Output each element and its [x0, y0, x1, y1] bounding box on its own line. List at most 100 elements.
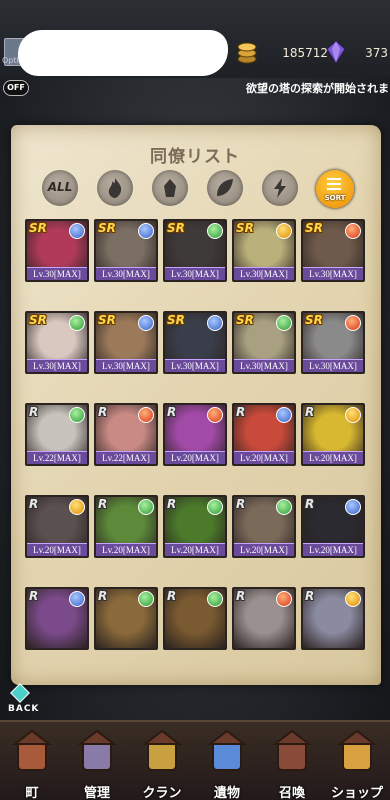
nav-item-5[interactable]: ショップ [325, 722, 389, 800]
colleague-card[interactable]: SR Lv.30[MAX] [25, 311, 89, 374]
rarity-badge: SR [29, 221, 47, 235]
rarity-badge: R [29, 589, 39, 603]
water-element-icon [345, 499, 361, 515]
level-label: Lv.20[MAX] [96, 543, 156, 556]
wind-element-icon [276, 315, 292, 331]
wind-element-icon [207, 591, 223, 607]
level-label: Lv.20[MAX] [234, 451, 294, 464]
wind-leaf-icon [217, 179, 233, 196]
colleague-card[interactable]: SR Lv.30[MAX] [163, 219, 227, 282]
colleague-card[interactable]: SR Lv.30[MAX] [232, 311, 296, 374]
filter-all-label: ALL [47, 180, 73, 194]
back-label: BACK [8, 704, 40, 714]
rarity-badge: R [98, 497, 108, 511]
colleague-card[interactable]: R [25, 587, 89, 650]
nav-item-3[interactable]: 遺物 [195, 722, 259, 800]
gold-amount: 185712 [282, 46, 328, 60]
colleague-card[interactable]: R Lv.20[MAX] [301, 403, 365, 466]
nav-label: 召喚 [278, 786, 305, 800]
nav-label: 管理 [83, 786, 110, 800]
colleague-card[interactable]: R Lv.20[MAX] [94, 495, 158, 558]
thunder-icon [274, 178, 286, 198]
shop-icon [337, 728, 377, 776]
rarity-badge: SR [305, 221, 323, 235]
colleague-card[interactable]: R Lv.20[MAX] [301, 495, 365, 558]
colleague-card[interactable]: SR Lv.30[MAX] [301, 219, 365, 282]
level-label: Lv.30[MAX] [165, 359, 225, 372]
gold-coin-icon [237, 42, 257, 64]
rarity-badge: SR [236, 313, 254, 327]
colleague-card[interactable]: R [301, 587, 365, 650]
panel-title: 同僚リスト [150, 147, 240, 167]
level-label: Lv.20[MAX] [303, 451, 363, 464]
colleague-card[interactable]: R Lv.20[MAX] [232, 495, 296, 558]
colleague-card[interactable]: R Lv.22[MAX] [94, 403, 158, 466]
colleague-card[interactable]: R Lv.20[MAX] [25, 495, 89, 558]
water-element-icon [207, 315, 223, 331]
colleague-card[interactable]: R [232, 587, 296, 650]
level-label: Lv.22[MAX] [27, 451, 87, 464]
auto-toggle[interactable]: OFF [3, 80, 29, 96]
back-button[interactable]: BACK [2, 682, 44, 718]
nav-label: ショップ [330, 786, 383, 800]
level-label: Lv.30[MAX] [27, 359, 87, 372]
fire-element-icon [345, 223, 361, 239]
nav-item-1[interactable]: 管理 [65, 722, 129, 800]
rarity-badge: R [236, 589, 246, 603]
nav-item-0[interactable]: 町 [0, 722, 64, 800]
rarity-badge: R [98, 589, 108, 603]
colleague-card[interactable]: R Lv.20[MAX] [163, 403, 227, 466]
level-label: Lv.30[MAX] [27, 267, 87, 280]
filter-fire-button[interactable] [97, 170, 133, 206]
rarity-badge: SR [98, 221, 116, 235]
fire-element-icon [276, 591, 292, 607]
water-element-icon [69, 223, 85, 239]
nav-item-4[interactable]: 召喚 [260, 722, 324, 800]
rarity-badge: R [236, 497, 246, 511]
clan-icon [142, 728, 182, 776]
rarity-badge: R [167, 589, 177, 603]
level-label: Lv.20[MAX] [27, 543, 87, 556]
fire-element-icon [345, 315, 361, 331]
filter-thunder-button[interactable] [262, 170, 298, 206]
filter-all-button[interactable]: ALL [42, 170, 78, 206]
news-ticker: 欲望の塔の探索が開始されました [246, 82, 390, 95]
fire-icon [108, 178, 122, 198]
rarity-badge: R [305, 497, 315, 511]
rarity-badge: SR [29, 313, 47, 327]
sort-label: SORT [324, 194, 346, 202]
colleague-card[interactable]: SR Lv.30[MAX] [25, 219, 89, 282]
colleague-card[interactable]: SR Lv.30[MAX] [301, 311, 365, 374]
wind-element-icon [69, 407, 85, 423]
level-label: Lv.30[MAX] [303, 267, 363, 280]
thunder-element-icon [276, 223, 292, 239]
colleague-card[interactable]: R [94, 587, 158, 650]
colleague-card[interactable]: SR Lv.30[MAX] [163, 311, 227, 374]
wind-element-icon [69, 315, 85, 331]
colleague-card[interactable]: R Lv.20[MAX] [163, 495, 227, 558]
level-label: Lv.20[MAX] [234, 543, 294, 556]
filter-earth-button[interactable] [152, 170, 188, 206]
rarity-badge: R [167, 405, 177, 419]
sort-button[interactable]: SORT [316, 170, 354, 208]
colleague-card[interactable]: SR Lv.30[MAX] [94, 311, 158, 374]
thunder-element-icon [345, 407, 361, 423]
colleague-card[interactable]: R Lv.20[MAX] [232, 403, 296, 466]
water-element-icon [276, 407, 292, 423]
rarity-badge: R [236, 405, 246, 419]
rarity-badge: R [29, 405, 39, 419]
wind-element-icon [138, 499, 154, 515]
rarity-badge: R [98, 405, 108, 419]
colleague-card[interactable]: SR Lv.30[MAX] [232, 219, 296, 282]
colleague-card[interactable]: R Lv.22[MAX] [25, 403, 89, 466]
colleague-card[interactable]: R [163, 587, 227, 650]
level-label: Lv.30[MAX] [165, 267, 225, 280]
colleague-card[interactable]: SR Lv.30[MAX] [94, 219, 158, 282]
fire-element-icon [207, 407, 223, 423]
top-bar: Option 185712 373 OFF 欲望の塔の探索が開始されました [0, 0, 390, 96]
nav-item-2[interactable]: クラン [130, 722, 194, 800]
rarity-badge: R [29, 497, 39, 511]
colleague-grid: SR Lv.30[MAX] SR Lv.30[MAX] SR Lv.30[MAX] SR Lv… [25, 219, 365, 650]
filter-wind-button[interactable] [207, 170, 243, 206]
thunder-element-icon [345, 591, 361, 607]
